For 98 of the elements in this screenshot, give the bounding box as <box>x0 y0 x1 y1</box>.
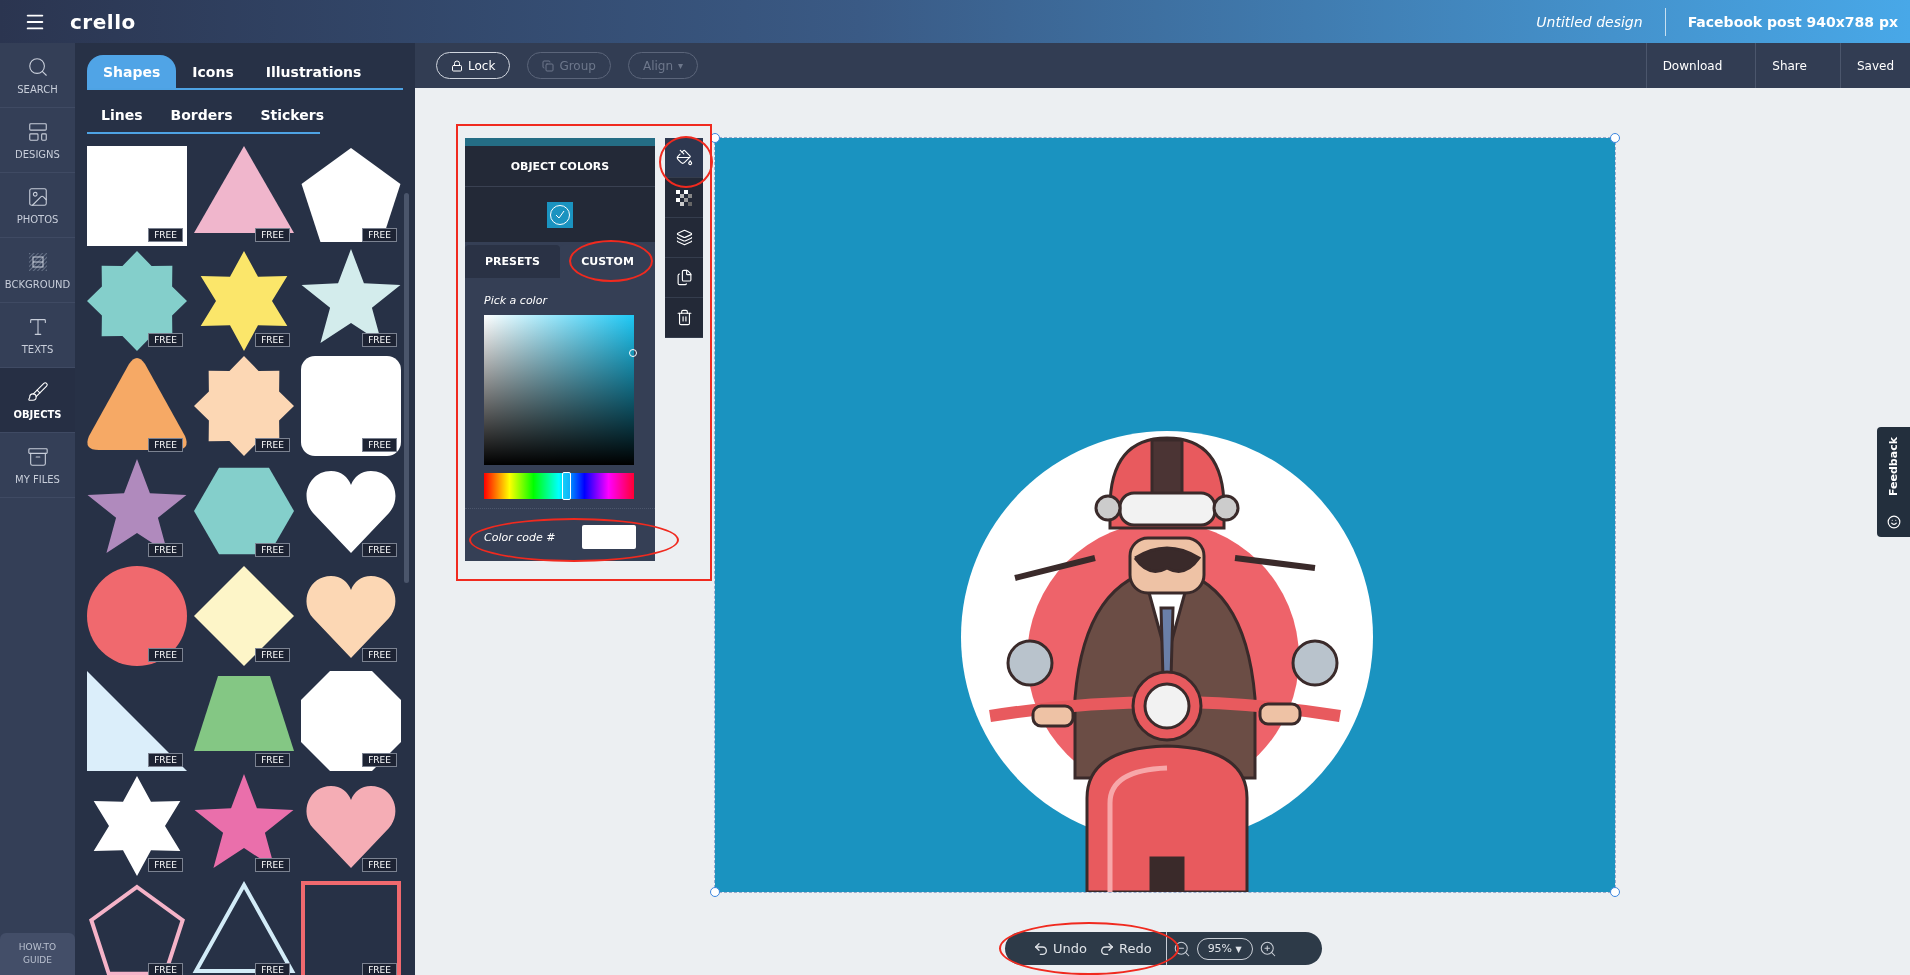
how-to-guide-button[interactable]: HOW-TO GUIDE <box>0 933 75 975</box>
triangleoutline-shape[interactable] <box>192 880 296 973</box>
panel-title: OBJECT COLORS <box>465 146 655 187</box>
trapezoid-shape[interactable] <box>194 676 294 751</box>
free-badge: FREE <box>148 753 183 767</box>
hue-slider[interactable] <box>484 473 634 499</box>
undo-button[interactable]: Undo <box>1027 940 1093 957</box>
redo-button[interactable]: Redo <box>1092 940 1158 957</box>
free-badge: FREE <box>362 963 397 975</box>
triangle-shape[interactable] <box>194 146 294 233</box>
hexastar-shape[interactable] <box>200 251 288 351</box>
free-badge: FREE <box>255 333 290 347</box>
lock-icon <box>451 59 463 72</box>
octastar-shape[interactable] <box>87 251 187 351</box>
design-canvas[interactable] <box>715 138 1615 892</box>
hexagon-shape[interactable] <box>194 467 294 555</box>
pick-color-label: Pick a color <box>484 294 549 307</box>
layout-icon <box>26 120 49 143</box>
free-badge: FREE <box>148 543 183 557</box>
hexastar-shape[interactable] <box>93 776 181 876</box>
roundtriangle-shape[interactable] <box>87 358 187 450</box>
free-badge: FREE <box>148 228 183 242</box>
free-badge: FREE <box>255 228 290 242</box>
circle-shape[interactable] <box>87 566 187 666</box>
free-badge: FREE <box>255 648 290 662</box>
free-badge: FREE <box>148 648 183 662</box>
roundsquare-shape[interactable] <box>301 356 401 456</box>
color-mode-tab[interactable]: PRESETS <box>465 245 560 278</box>
caret-icon: ▾ <box>678 60 684 71</box>
zoom-out-button[interactable] <box>1172 939 1191 958</box>
search-icon <box>26 55 49 78</box>
octastar-shape[interactable] <box>194 356 294 456</box>
brush-icon <box>26 380 49 403</box>
paint-bucket-icon <box>675 149 693 166</box>
subcategory-tab[interactable]: Stickers <box>246 98 338 132</box>
free-badge: FREE <box>362 228 397 242</box>
resize-handle[interactable] <box>1610 887 1620 897</box>
subcategory-tab[interactable]: Lines <box>87 98 157 132</box>
tool-button[interactable] <box>665 138 703 178</box>
resize-handle[interactable] <box>1610 133 1620 143</box>
free-badge: FREE <box>255 438 290 452</box>
smile-icon <box>1886 515 1901 529</box>
color-swatch[interactable] <box>547 201 573 228</box>
design-title[interactable]: Untitled design <box>1514 13 1665 30</box>
design-format: Facebook post 940x788 px <box>1686 13 1899 30</box>
righttriangle-shape[interactable] <box>87 671 187 771</box>
squareoutline-shape[interactable] <box>301 881 401 975</box>
free-badge: FREE <box>362 858 397 872</box>
free-badge: FREE <box>362 333 397 347</box>
pentagonoutline-shape[interactable] <box>89 884 185 975</box>
heart-shape[interactable] <box>306 576 396 658</box>
duplicate-icon <box>675 269 693 286</box>
free-badge: FREE <box>148 858 183 872</box>
octagon-shape[interactable] <box>301 671 401 771</box>
check-circle-icon <box>549 203 571 226</box>
free-badge: FREE <box>255 963 290 975</box>
zoom-in-button[interactable] <box>1258 939 1277 958</box>
category-tab[interactable]: Icons <box>176 55 250 88</box>
checkerboard-icon <box>676 189 692 206</box>
star-shape[interactable] <box>301 249 401 344</box>
resize-handle[interactable] <box>710 133 720 143</box>
highlight-ellipse <box>659 136 713 188</box>
logo: crello <box>70 9 136 34</box>
layers-icon <box>675 229 693 246</box>
color-code-input[interactable] <box>582 525 636 549</box>
resize-handle[interactable] <box>710 887 720 897</box>
free-badge: FREE <box>148 438 183 452</box>
free-badge: FREE <box>362 753 397 767</box>
group-icon <box>542 59 555 72</box>
feedback-tab[interactable]: Feedback <box>1877 427 1910 537</box>
caret-icon: ▼ <box>1235 945 1242 954</box>
scrollbar[interactable] <box>404 193 409 583</box>
redo-icon <box>1098 940 1115 957</box>
heart-shape[interactable] <box>306 786 396 868</box>
star-shape[interactable] <box>87 459 187 554</box>
free-badge: FREE <box>255 753 290 767</box>
category-tab[interactable]: Illustrations <box>249 55 378 88</box>
heart-shape[interactable] <box>306 471 396 553</box>
hue-thumb[interactable] <box>562 472 571 500</box>
sidebar-item[interactable]: OBJECTS <box>0 368 75 433</box>
saturation-picker[interactable] <box>484 315 634 465</box>
undo-icon <box>1033 940 1049 957</box>
free-badge: FREE <box>148 333 183 347</box>
archive-icon <box>26 445 49 468</box>
trash-icon <box>675 309 693 326</box>
free-badge: FREE <box>362 438 397 452</box>
subcategory-tab[interactable]: Borders <box>156 98 247 132</box>
pentagon-shape[interactable] <box>301 148 401 243</box>
free-badge: FREE <box>255 858 290 872</box>
free-badge: FREE <box>362 648 397 662</box>
free-badge: FREE <box>148 963 183 975</box>
color-code-label: Color code # <box>484 530 556 544</box>
image-icon <box>26 185 49 208</box>
diamond-shape[interactable] <box>194 566 294 666</box>
star-shape[interactable] <box>194 774 294 869</box>
free-badge: FREE <box>362 543 397 557</box>
free-badge: FREE <box>255 543 290 557</box>
square-shape[interactable] <box>87 146 187 246</box>
